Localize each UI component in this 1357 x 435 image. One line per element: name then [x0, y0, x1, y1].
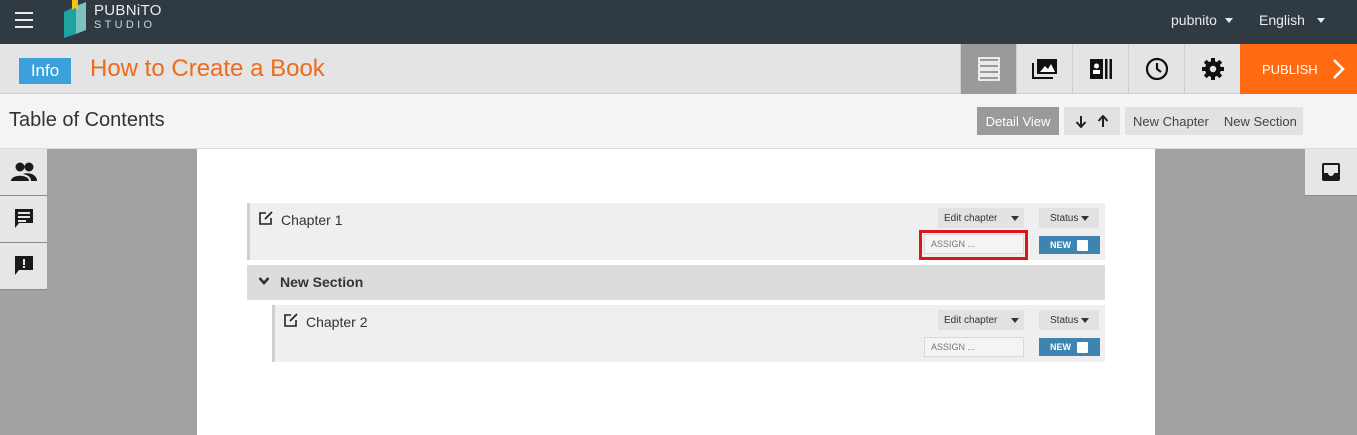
- chapter-title[interactable]: Chapter 1: [281, 212, 342, 228]
- inbox-icon: [1322, 163, 1340, 181]
- book-titlebar: Info How to Create a Book PUBLISH: [0, 44, 1357, 94]
- gallery-icon: [1031, 59, 1057, 79]
- new-chapter-button[interactable]: New Chapter: [1133, 114, 1209, 129]
- state-label: NEW: [1050, 342, 1071, 352]
- chevron-down-icon[interactable]: [258, 276, 270, 286]
- feedback-button[interactable]: [0, 243, 47, 290]
- people-icon: [10, 162, 37, 181]
- logo-title: PUBNiTO: [94, 2, 162, 19]
- reorder-buttons: [1064, 107, 1120, 135]
- edit-chapter-label: Edit chapter: [944, 314, 998, 326]
- comment-icon: [14, 209, 33, 228]
- history-button[interactable]: [1128, 44, 1184, 94]
- edit-icon[interactable]: [259, 211, 273, 225]
- chevron-down-icon: [1224, 17, 1233, 23]
- gear-icon: [1201, 58, 1224, 80]
- arrow-up-icon: [1097, 114, 1109, 127]
- collaborators-button[interactable]: [0, 149, 47, 196]
- move-up-button[interactable]: [1097, 114, 1109, 128]
- app-logo[interactable]: PUBNiTO STUDIO: [62, 0, 162, 40]
- status-toggle[interactable]: NEW: [1039, 236, 1100, 254]
- list-icon: [977, 57, 1000, 81]
- state-label: NEW: [1050, 240, 1071, 250]
- new-section-button[interactable]: New Section: [1224, 114, 1297, 129]
- library-icon: [1089, 59, 1112, 79]
- toc-header: Table of Contents Detail View New Chapte…: [0, 94, 1357, 149]
- publish-label: PUBLISH: [1262, 61, 1318, 77]
- gallery-button[interactable]: [1016, 44, 1072, 94]
- arrow-down-icon: [1075, 115, 1087, 128]
- right-toolbar: [1305, 149, 1357, 435]
- toggle-checkbox: [1077, 239, 1088, 251]
- user-menu[interactable]: pubnito: [1171, 0, 1233, 40]
- move-down-button[interactable]: [1075, 115, 1087, 128]
- status-label: Status: [1050, 314, 1079, 326]
- language-menu-label: English: [1259, 12, 1305, 28]
- status-dropdown[interactable]: Status: [1039, 208, 1099, 228]
- detail-view-button[interactable]: Detail View: [977, 107, 1059, 135]
- chapter-title[interactable]: Chapter 2: [306, 314, 367, 330]
- language-menu[interactable]: English: [1259, 0, 1325, 40]
- status-label: Status: [1050, 212, 1079, 224]
- chevron-down-icon: [1011, 215, 1020, 221]
- workspace-margin-left: [47, 149, 197, 435]
- hamburger-menu-icon[interactable]: [15, 12, 33, 28]
- chapter-row: Chapter 2 Edit chapter Status ASSIGN ...…: [272, 305, 1105, 362]
- edit-chapter-label: Edit chapter: [944, 212, 998, 224]
- logo-mark-icon: [64, 0, 86, 38]
- book-title: How to Create a Book: [90, 55, 325, 82]
- toggle-checkbox: [1077, 341, 1088, 353]
- assign-input[interactable]: ASSIGN ...: [924, 337, 1024, 357]
- publish-button[interactable]: PUBLISH: [1240, 44, 1357, 94]
- status-toggle[interactable]: NEW: [1039, 338, 1100, 356]
- highlight-box: [919, 230, 1028, 260]
- user-menu-label: pubnito: [1171, 12, 1217, 28]
- logo-subtitle: STUDIO: [94, 19, 156, 31]
- chevron-down-icon: [1081, 215, 1090, 221]
- page-title: Table of Contents: [9, 109, 165, 131]
- chevron-right-icon: [1332, 59, 1345, 79]
- new-item-buttons: New Chapter New Section: [1125, 107, 1303, 135]
- workspace-margin-right: [1155, 149, 1305, 435]
- top-navbar: PUBNiTO STUDIO pubnito English: [0, 0, 1357, 44]
- settings-button[interactable]: [1184, 44, 1240, 94]
- history-icon: [1145, 57, 1168, 81]
- edit-icon[interactable]: [284, 313, 298, 327]
- chevron-down-icon: [1011, 317, 1020, 323]
- section-title: New Section: [280, 274, 364, 290]
- chevron-down-icon: [1081, 317, 1090, 323]
- library-button[interactable]: [1072, 44, 1128, 94]
- chevron-down-icon: [1316, 17, 1325, 23]
- status-dropdown[interactable]: Status: [1039, 310, 1099, 330]
- comments-button[interactable]: [0, 196, 47, 243]
- feedback-icon: [14, 256, 33, 275]
- section-row[interactable]: New Section: [247, 265, 1105, 300]
- edit-chapter-dropdown[interactable]: Edit chapter: [938, 310, 1024, 330]
- left-toolbar: [0, 149, 47, 435]
- inbox-button[interactable]: [1305, 149, 1357, 196]
- info-button[interactable]: Info: [19, 58, 71, 84]
- toc-view-button[interactable]: [960, 44, 1016, 94]
- edit-chapter-dropdown[interactable]: Edit chapter: [938, 208, 1024, 228]
